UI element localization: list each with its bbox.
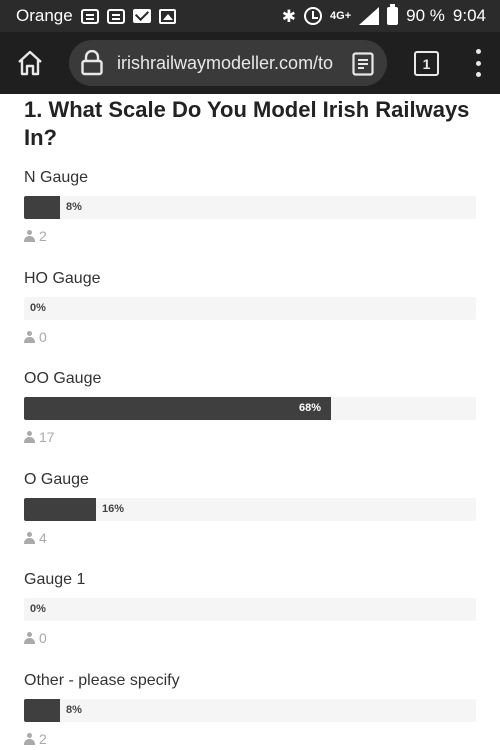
poll-option: HO Gauge 0% 0 [24,269,476,346]
home-icon[interactable] [16,49,44,77]
message-notification-icon [80,8,99,24]
vote-count-value: 2 [39,228,47,244]
result-bar-fill [24,699,60,722]
result-bar-track: 8% [24,699,476,722]
url-text: irishrailwaymodeller.com/to [117,52,334,73]
overflow-menu-icon[interactable] [474,49,482,77]
battery-percent: 90 % [406,6,445,25]
vote-count: 2 [24,227,476,245]
browser-toolbar: irishrailwaymodeller.com/to 1 [0,32,500,94]
bluetooth-icon: ✱ [281,6,297,26]
result-bar-track: 8% [24,196,476,219]
carrier-name: Orange [16,6,73,25]
option-label: Other - please specify [24,672,180,689]
option-label: N Gauge [24,169,89,186]
result-bar-track: 0% [24,598,476,621]
vote-count-value: 0 [39,329,47,345]
poll-option: O Gauge 16% 4 [24,470,476,547]
poll-question: 1. What Scale Do You Model Irish Railway… [24,97,470,150]
result-bar-fill [24,498,96,521]
user-icon [24,230,35,242]
network-type: 4G+ [330,9,352,22]
vote-count: 0 [24,629,476,647]
option-label: OO Gauge [24,370,102,387]
message-notification-icon-2 [106,8,125,24]
tab-switcher-button[interactable]: 1 [414,51,439,76]
clock: 9:04 [452,6,486,25]
vote-count-value: 17 [39,429,55,445]
vote-count: 2 [24,730,476,748]
user-icon [24,331,35,343]
address-bar[interactable]: irishrailwaymodeller.com/to [69,40,387,86]
poll-option: N Gauge 8% 2 [24,168,476,245]
user-icon [24,532,35,544]
alarm-icon [304,7,323,25]
status-bar: Orange ✱ 4G+ 90 % 9:04 [0,0,500,32]
user-icon [24,431,35,443]
option-label: O Gauge [24,471,89,488]
vote-count-value: 2 [39,731,47,747]
result-bar-fill [24,397,331,420]
percent-label: 16% [102,503,125,515]
image-notification-icon [158,8,176,24]
user-icon [24,733,35,745]
percent-label: 68% [299,402,322,414]
result-bar-track: 16% [24,498,476,521]
option-label: HO Gauge [24,270,101,287]
vote-count: 0 [24,328,476,346]
poll-option: Other - please specify 8% 2 [24,671,476,748]
poll-option: Gauge 1 0% 0 [24,570,476,647]
option-label: Gauge 1 [24,571,86,588]
vote-count-value: 4 [39,530,47,546]
reader-mode-icon[interactable] [352,52,374,76]
mail-notification-icon [132,9,151,23]
result-bar-track: 0% [24,297,476,320]
lock-icon [81,50,103,76]
vote-count-value: 0 [39,630,47,646]
poll-option: OO Gauge 68% 17 [24,369,476,446]
signal-icon [359,7,380,25]
battery-icon [387,4,399,25]
vote-count: 17 [24,428,476,446]
percent-label: 8% [66,704,82,716]
result-bar-track: 68% [24,397,476,420]
result-bar-fill [24,196,60,219]
percent-label: 8% [66,201,82,213]
vote-count: 4 [24,529,476,547]
percent-label: 0% [30,603,46,615]
poll-results: 1. What Scale Do You Model Irish Railway… [0,94,500,750]
percent-label: 0% [30,302,46,314]
user-icon [24,632,35,644]
